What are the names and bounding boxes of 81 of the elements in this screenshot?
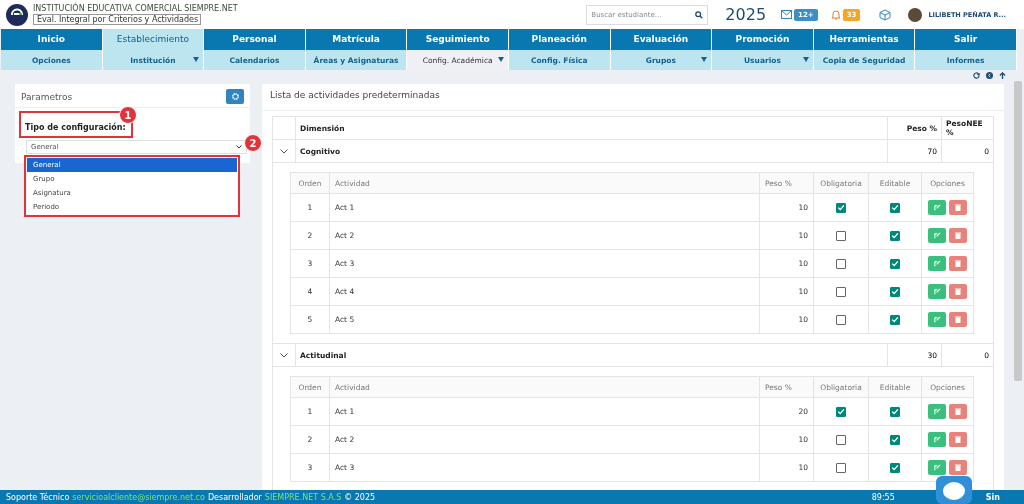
- main-menu-tab[interactable]: Evaluación: [610, 29, 713, 50]
- back-icon[interactable]: [986, 72, 993, 79]
- field-label: Tipo de configuración:: [25, 123, 126, 132]
- mandatory-checkbox[interactable]: [836, 202, 846, 213]
- main-menu-tab[interactable]: Herramientas: [813, 29, 916, 50]
- institution-name: INSTITUCIÓN EDUCATIVA COMERCIAL SIEMPRE.NET: [33, 4, 238, 13]
- evaluation-mode-select[interactable]: Eval. Integral por Criterios y Actividades: [33, 14, 201, 25]
- edit-icon: [933, 316, 941, 323]
- editable-checkbox[interactable]: [890, 462, 900, 473]
- search-icon[interactable]: [695, 10, 704, 19]
- edit-icon: [933, 464, 941, 471]
- mandatory-checkbox[interactable]: [836, 230, 846, 241]
- brand-name: Sin: [985, 492, 1000, 502]
- delete-button[interactable]: [949, 460, 967, 475]
- main-menu-tab[interactable]: Matrícula: [305, 29, 408, 50]
- chevron-down-icon: [236, 145, 242, 149]
- trash-icon: [955, 408, 961, 415]
- panel-title: Lista de actividades predeterminadas: [262, 84, 1004, 111]
- gear-icon: [231, 93, 239, 100]
- editable-checkbox[interactable]: [890, 286, 900, 297]
- step-number-badge: 1: [119, 106, 137, 124]
- edit-icon: [933, 204, 941, 211]
- school-year: 2025: [725, 5, 767, 24]
- delete-button[interactable]: [949, 432, 967, 447]
- delete-button[interactable]: [949, 256, 967, 271]
- session-timer: 89:55: [871, 492, 895, 502]
- mail-icon[interactable]: [781, 10, 793, 19]
- trash-icon: [955, 204, 961, 211]
- arrow-up-icon[interactable]: [999, 72, 1006, 79]
- mandatory-checkbox[interactable]: [836, 406, 846, 417]
- support-label: Soporte Técnico: [6, 492, 70, 502]
- edit-icon: [933, 232, 941, 239]
- editable-checkbox[interactable]: [890, 434, 900, 445]
- trash-icon: [955, 232, 961, 239]
- edit-icon: [933, 408, 941, 415]
- user-avatar[interactable]: [908, 7, 923, 22]
- chat-bubble-icon[interactable]: [936, 476, 972, 504]
- delete-button[interactable]: [949, 228, 967, 243]
- editable-checkbox[interactable]: [890, 314, 900, 325]
- main-menu-tab[interactable]: Salir: [915, 29, 1017, 50]
- support-email-link[interactable]: servicioalcliente@siempre.net.co: [72, 492, 205, 502]
- settings-button[interactable]: [226, 89, 244, 104]
- delete-button[interactable]: [949, 312, 967, 327]
- delete-button[interactable]: [949, 404, 967, 419]
- mandatory-checkbox[interactable]: [836, 258, 846, 269]
- panel-title: Parametros: [21, 91, 73, 102]
- editable-checkbox[interactable]: [890, 202, 900, 213]
- developer-label: Desarrollador: [207, 492, 262, 502]
- editable-checkbox[interactable]: [890, 230, 900, 241]
- refresh-icon[interactable]: [973, 72, 980, 79]
- chevron-down-icon[interactable]: [280, 352, 288, 358]
- editable-checkbox[interactable]: [890, 258, 900, 269]
- step-number-badge: 2: [244, 134, 262, 152]
- trash-icon: [955, 260, 961, 267]
- mandatory-checkbox[interactable]: [836, 462, 846, 473]
- edit-icon: [933, 436, 941, 443]
- main-menu-tab[interactable]: Inicio: [1, 29, 103, 50]
- delete-button[interactable]: [949, 284, 967, 299]
- mandatory-checkbox[interactable]: [836, 286, 846, 297]
- trash-icon: [955, 436, 961, 443]
- trash-icon: [955, 288, 961, 295]
- trash-icon: [955, 464, 961, 471]
- trash-icon: [955, 316, 961, 323]
- mandatory-checkbox[interactable]: [836, 314, 846, 325]
- edit-icon: [933, 260, 941, 267]
- chevron-down-icon[interactable]: [280, 148, 288, 154]
- delete-button[interactable]: [949, 200, 967, 215]
- main-menu-tab[interactable]: Planeación: [508, 29, 611, 50]
- main-menu-tab[interactable]: Establecimiento: [102, 29, 205, 50]
- editable-checkbox[interactable]: [890, 406, 900, 417]
- copyright-text: © 2025: [344, 492, 376, 502]
- bell-icon[interactable]: [830, 9, 841, 20]
- mandatory-checkbox[interactable]: [836, 434, 846, 445]
- main-menu-tab[interactable]: Promoción: [712, 29, 814, 50]
- developer-name: SIEMPRE.NET S.A.S: [264, 492, 342, 502]
- edit-icon: [933, 288, 941, 295]
- scrollbar[interactable]: [1014, 81, 1022, 381]
- school-logo: [6, 3, 28, 26]
- main-menu-tab[interactable]: Personal: [204, 29, 306, 50]
- cube-icon[interactable]: [879, 8, 892, 21]
- main-menu-tab[interactable]: Seguimiento: [407, 29, 509, 50]
